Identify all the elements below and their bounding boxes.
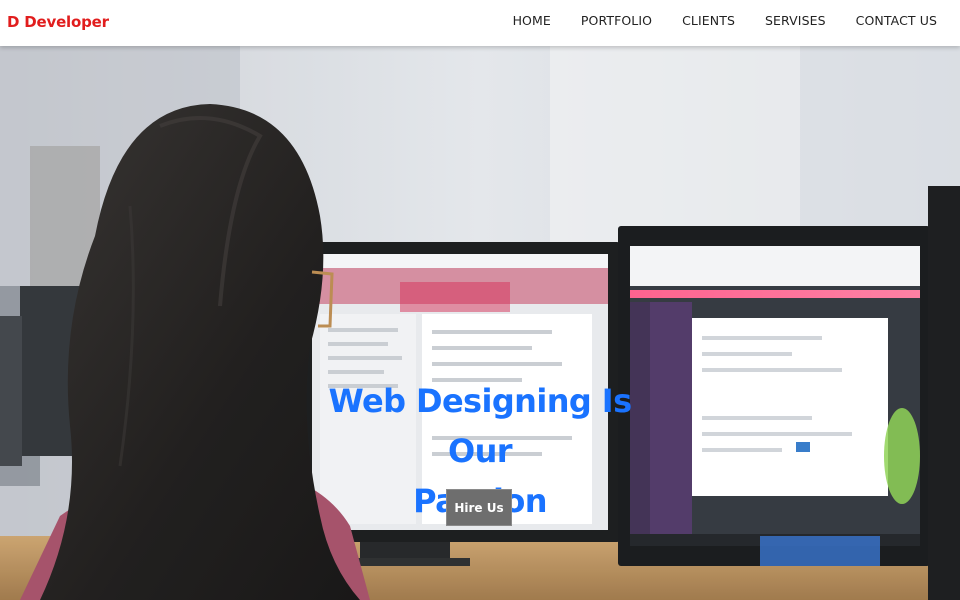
nav-contact-link[interactable]: CONTACT US — [856, 13, 937, 28]
nav-home-link[interactable]: HOME — [513, 13, 551, 28]
top-navbar: D Developer HOME PORTFOLIO CLIENTS SERVI… — [0, 0, 960, 46]
hire-us-button[interactable]: Hire Us — [446, 489, 512, 526]
nav-portfolio-link[interactable]: PORTFOLIO — [581, 13, 652, 28]
hero-headline-line-1: Web Designing Is Our — [328, 382, 632, 470]
nav-clients-link[interactable]: CLIENTS — [682, 13, 735, 28]
nav-services-link[interactable]: SERVISES — [765, 13, 826, 28]
brand-logo-link[interactable]: D Developer — [7, 13, 109, 31]
nav-menu: HOME PORTFOLIO CLIENTS SERVISES CONTACT … — [513, 13, 937, 28]
